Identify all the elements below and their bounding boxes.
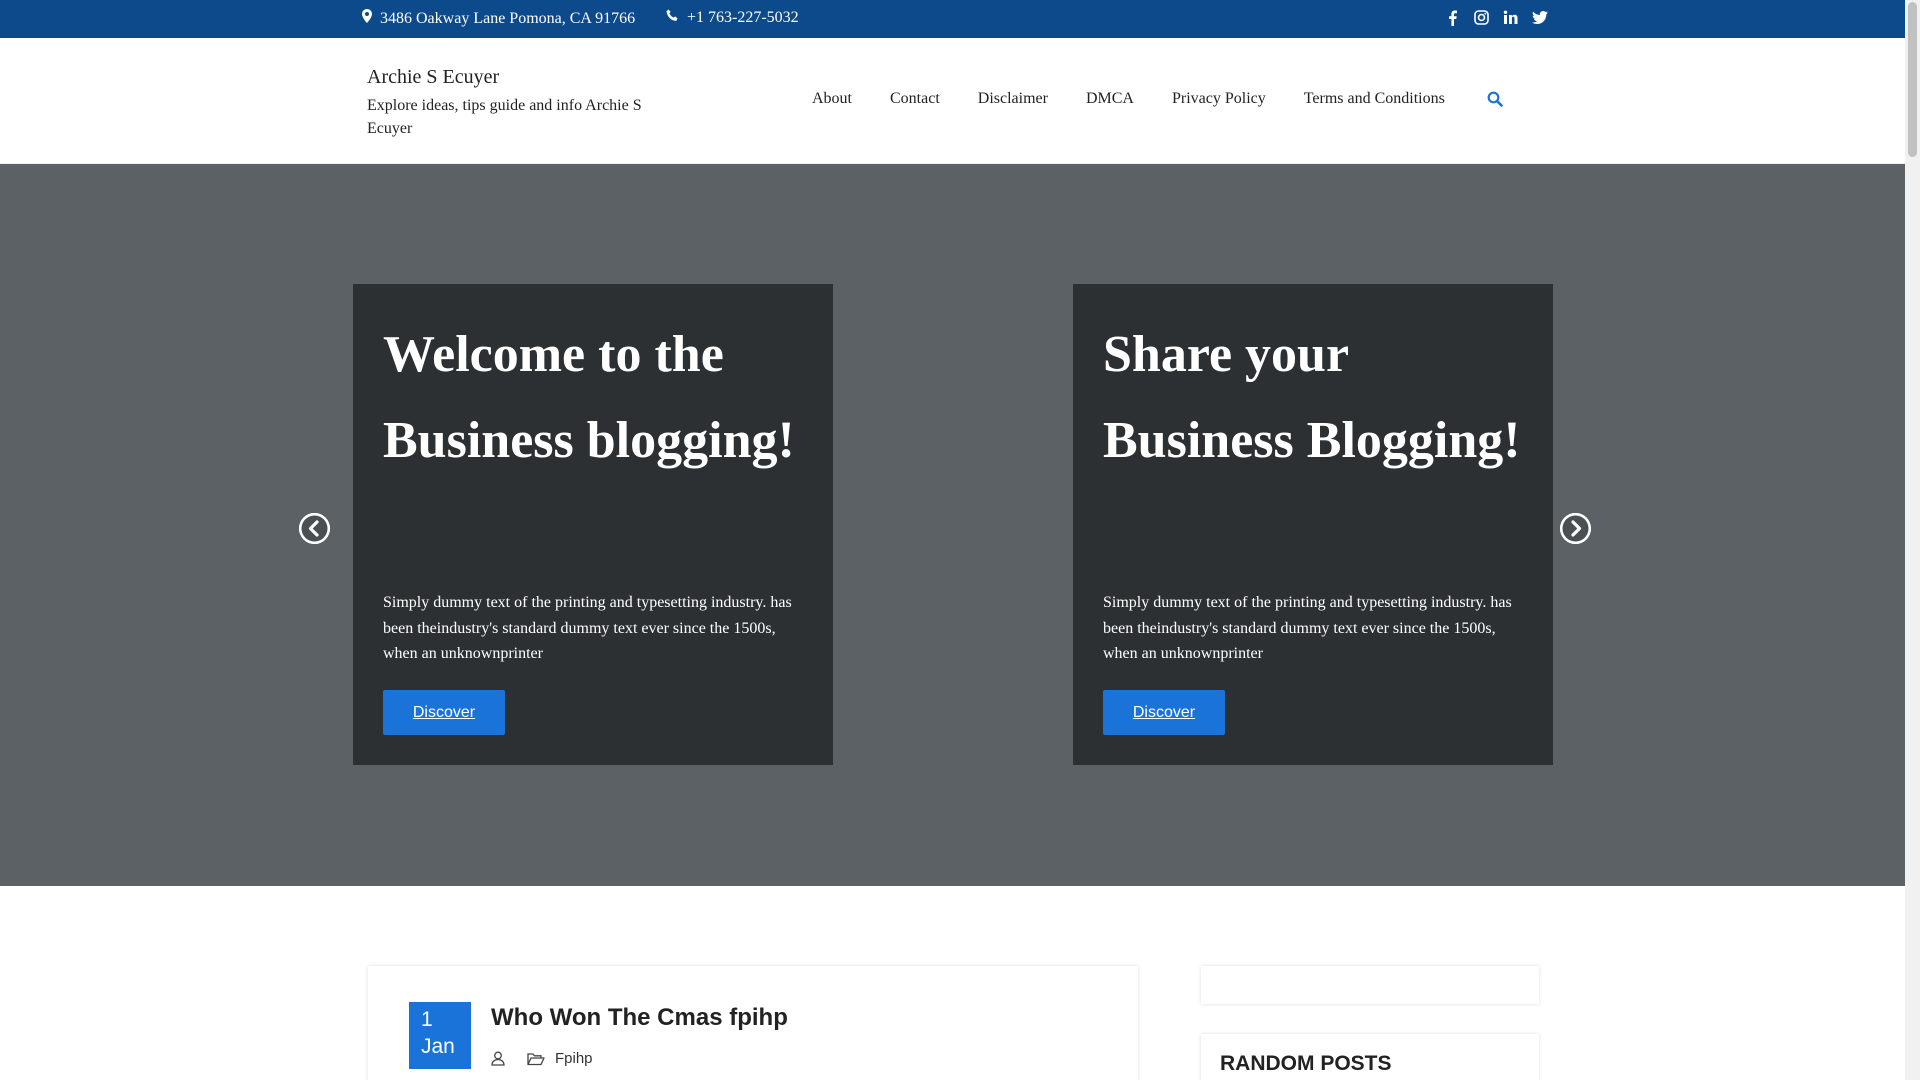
phone-text[interactable]: +1 763-227-5032 — [687, 9, 799, 27]
page: 3486 Oakway Lane Pomona, CA 91766 +1 763… — [0, 0, 1905, 1080]
post-date-badge: 1 Jan — [409, 1002, 471, 1069]
slide-text: Simply dummy text of the printing and ty… — [1103, 594, 1512, 662]
nav-contact[interactable]: Contact — [871, 90, 959, 108]
chevron-left-icon — [299, 513, 330, 544]
nav-terms-and-conditions[interactable]: Terms and Conditions — [1285, 90, 1464, 108]
facebook-icon[interactable] — [1443, 8, 1462, 27]
site-description: Explore ideas, tips guide and info Archi… — [367, 97, 642, 137]
post-category[interactable]: Fpihp — [527, 1050, 593, 1067]
social-links — [1443, 8, 1549, 27]
phone-icon — [666, 9, 679, 27]
main-nav: About Contact Disclaimer DMCA Privacy Po… — [793, 90, 1464, 108]
slide-title: Welcome to the Business blogging! — [383, 326, 795, 469]
slider-next-button[interactable] — [1560, 513, 1591, 544]
nav-privacy-policy[interactable]: Privacy Policy — [1153, 90, 1285, 108]
sidebar-widget — [1201, 966, 1539, 1004]
post-day: 1 — [421, 1008, 433, 1031]
discover-button[interactable]: Discover — [383, 690, 505, 735]
post-category-label[interactable]: Fpihp — [555, 1050, 593, 1067]
phone-block: +1 763-227-5032 — [666, 9, 799, 27]
post-author[interactable] — [491, 1051, 505, 1066]
nav-dmca[interactable]: DMCA — [1067, 90, 1153, 108]
folder-open-icon — [527, 1052, 545, 1065]
post-meta: Fpihp — [491, 1050, 593, 1067]
chevron-right-icon — [1560, 513, 1591, 544]
scrollbar-thumb[interactable] — [1908, 2, 1917, 157]
linkedin-icon[interactable] — [1501, 8, 1520, 27]
search-icon[interactable] — [1487, 91, 1505, 109]
page-scrollbar[interactable] — [1905, 0, 1920, 1080]
widget-title: RANDOM POSTS — [1220, 1052, 1392, 1075]
slide-2: Share your Business Blogging! Simply dum… — [1073, 284, 1553, 765]
top-bar: 3486 Oakway Lane Pomona, CA 91766 +1 763… — [0, 0, 1905, 38]
nav-about[interactable]: About — [793, 90, 871, 108]
address-block: 3486 Oakway Lane Pomona, CA 91766 — [362, 9, 635, 28]
site-header: Archie S Ecuyer Explore ideas, tips guid… — [0, 38, 1905, 164]
slide-text: Simply dummy text of the printing and ty… — [383, 594, 792, 662]
post-month: Jan — [421, 1035, 455, 1058]
hero-slider: Welcome to the Business blogging! Simply… — [0, 164, 1905, 886]
instagram-icon[interactable] — [1472, 8, 1491, 27]
map-marker-icon — [362, 9, 372, 28]
slide-1: Welcome to the Business blogging! Simply… — [353, 284, 833, 765]
site-title[interactable]: Archie S Ecuyer — [367, 66, 499, 89]
discover-button[interactable]: Discover — [1103, 690, 1225, 735]
random-posts-widget: RANDOM POSTS — [1201, 1034, 1539, 1080]
twitter-icon[interactable] — [1530, 8, 1549, 27]
slider-prev-button[interactable] — [299, 513, 330, 544]
slide-title: Share your Business Blogging! — [1103, 326, 1521, 469]
post-card: 1 Jan Who Won The Cmas fpihp Fpihp — [368, 966, 1138, 1080]
user-icon — [491, 1051, 505, 1066]
address-text: 3486 Oakway Lane Pomona, CA 91766 — [380, 9, 636, 27]
nav-disclaimer[interactable]: Disclaimer — [959, 90, 1067, 108]
post-title[interactable]: Who Won The Cmas fpihp — [491, 1004, 788, 1032]
